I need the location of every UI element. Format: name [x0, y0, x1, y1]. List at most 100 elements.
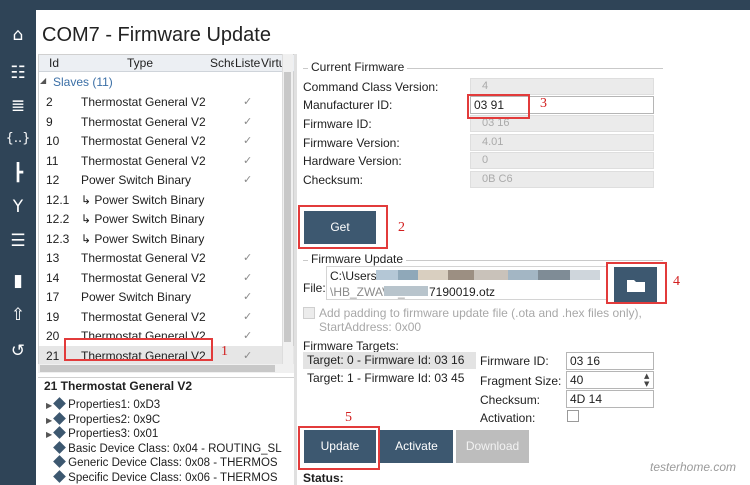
row-type: Thermostat General V2	[81, 309, 206, 324]
tag-icon	[53, 426, 67, 439]
tree-item[interactable]: ▶ Properties2: 0x9C	[46, 411, 161, 426]
col-header-schema[interactable]: Sche	[210, 56, 234, 70]
tree-item-label: Specific Device Class: 0x06 - THERMOS	[68, 471, 278, 484]
checksum-label: Checksum:	[303, 173, 364, 187]
table-row[interactable]: 10 Thermostat General V2 ✓	[39, 131, 295, 151]
row-id: 10	[46, 134, 60, 148]
panel-splitter[interactable]	[294, 54, 297, 485]
tree-item[interactable]: ▶Specific Device Class: 0x06 - THERMOS	[46, 469, 278, 484]
fork-icon[interactable]: Y	[4, 194, 32, 220]
tree-item[interactable]: ▶Basic Device Class: 0x04 - ROUTING_SL	[46, 440, 282, 455]
row-id: 12.3	[46, 231, 70, 246]
table-row[interactable]: 19 Thermostat General V2 ✓	[39, 307, 295, 327]
col-header-type[interactable]: Type	[127, 56, 153, 70]
row-id: 11	[46, 153, 59, 168]
row-type: Thermostat General V2	[81, 270, 206, 285]
row-id: 17	[46, 290, 60, 304]
node-table: Id Type Sche Liste Virtu ◢ Slaves (11) 2…	[38, 54, 295, 365]
table-row[interactable]: 17 Power Switch Binary ✓	[39, 287, 295, 307]
table-row[interactable]: 11 Thermostat General V2 ✓	[39, 151, 295, 171]
bar-chart-icon[interactable]: ▮	[4, 268, 32, 294]
expand-arrow-icon[interactable]: ▶	[46, 430, 52, 439]
activate-button[interactable]: Activate	[380, 430, 453, 463]
firmware-version-label: Firmware Version:	[303, 136, 400, 150]
row-id: 12	[46, 173, 60, 187]
table-row[interactable]: 14 Thermostat General V2 ✓	[39, 268, 295, 288]
hardware-version-field: 0	[470, 152, 654, 169]
row-type: Power Switch Binary	[81, 173, 192, 187]
col-header-id[interactable]: Id	[49, 56, 59, 70]
download-button[interactable]: Download	[456, 430, 529, 463]
row-type: Power Switch Binary	[81, 290, 192, 304]
table-row[interactable]: 12 Power Switch Binary ✓	[39, 170, 295, 190]
row-type: Thermostat General V2	[81, 153, 206, 168]
col-header-virtual[interactable]: Virtu	[261, 56, 283, 70]
row-id: 12.1	[46, 192, 70, 207]
table-horizontal-scroll-thumb[interactable]	[40, 365, 275, 372]
fragment-size-spin-icon[interactable]: ▲ ▼	[644, 372, 649, 388]
row-type: Thermostat General V2	[81, 114, 206, 129]
row-id: 20	[46, 329, 60, 343]
firmware-targets-label: Firmware Targets:	[303, 339, 399, 353]
tree-icon[interactable]: ┣	[4, 160, 32, 186]
history-icon[interactable]: ↺	[4, 338, 32, 364]
left-nav: ⌂ ☷ ≣ {..} ┣ Y ☰ ▮ ⇧ ↺	[0, 10, 36, 485]
expand-triangle-icon[interactable]: ◢	[40, 76, 46, 85]
blurred-text	[448, 270, 474, 280]
annotation-number-4: 4	[673, 274, 680, 289]
page-title: COM7 - Firmware Update	[42, 24, 271, 46]
expand-arrow-icon[interactable]: ▶	[46, 401, 52, 410]
table-row[interactable]: 12.3 ↳ Power Switch Binary	[39, 229, 295, 249]
row-id: 2	[46, 95, 53, 109]
command-class-version-label: Command Class Version:	[303, 80, 439, 94]
target-firmware-id-field[interactable]: 03 16	[566, 352, 654, 370]
row-listening-check: ✓	[243, 134, 253, 147]
activation-label: Activation:	[480, 411, 536, 425]
target-firmware-id-label: Firmware ID:	[480, 354, 549, 368]
row-id: 14	[46, 270, 60, 285]
details-title: 21 Thermostat General V2	[44, 379, 193, 393]
row-listening-check: ✓	[243, 95, 253, 108]
tag-icon	[53, 411, 67, 425]
row-listening-check: ✓	[243, 173, 253, 186]
tree-item[interactable]: ▶Generic Device Class: 0x08 - THERMOS	[46, 455, 278, 469]
blurred-text	[376, 270, 398, 280]
table-row[interactable]: 9 Thermostat General V2 ✓	[39, 112, 295, 132]
code-braces-icon[interactable]: {..}	[4, 126, 32, 152]
blurred-text	[538, 270, 570, 280]
firmware-update-legend: Firmware Update	[308, 252, 407, 266]
home-icon[interactable]: ⌂	[4, 22, 32, 48]
table-row[interactable]: 12.2 ↳ Power Switch Binary	[39, 209, 295, 229]
network-icon[interactable]: ☷	[4, 60, 32, 86]
file-path-line-2b: 7190019.otz	[429, 285, 496, 299]
tree-item[interactable]: ▶ Properties3: 0x01	[46, 426, 158, 440]
table-row[interactable]: 2 Thermostat General V2 ✓	[39, 92, 295, 112]
tree-item[interactable]: ▶ Properties1: 0xD3	[46, 397, 160, 411]
row-type: ↳ Power Switch Binary	[81, 231, 205, 246]
fragment-size-field[interactable]: 40	[566, 371, 654, 389]
expand-arrow-icon[interactable]: ▶	[46, 416, 52, 425]
hardware-version-label: Hardware Version:	[303, 154, 402, 168]
tree-item-label: Properties2: 0x9C	[68, 413, 161, 426]
annotation-number-5: 5	[345, 410, 352, 425]
list-icon[interactable]: ☰	[4, 228, 32, 254]
upload-icon[interactable]: ⇧	[4, 302, 32, 328]
row-id: 13	[46, 251, 60, 265]
target-item-0[interactable]: Target: 0 - Firmware Id: 03 16	[307, 353, 464, 367]
table-vertical-scroll-thumb[interactable]	[284, 72, 291, 342]
table-header: Id Type Sche Liste Virtu	[39, 55, 295, 72]
activation-checkbox[interactable]	[567, 410, 579, 422]
target-checksum-field[interactable]: 4D 14	[566, 390, 654, 408]
padding-checkbox[interactable]	[303, 307, 315, 319]
table-row[interactable]: 12.1 ↳ Power Switch Binary	[39, 190, 295, 210]
table-row[interactable]: 13 Thermostat General V2 ✓	[39, 248, 295, 268]
list-check-icon[interactable]: ≣	[4, 93, 32, 119]
tag-icon	[53, 440, 67, 454]
group-row-slaves[interactable]: ◢ Slaves (11)	[39, 73, 295, 93]
col-header-listening[interactable]: Liste	[235, 56, 261, 70]
checksum-field: 0B C6	[470, 171, 654, 188]
target-checksum-label: Checksum:	[480, 393, 541, 407]
row-id: 9	[46, 114, 53, 129]
manufacturer-id-label: Manufacturer ID:	[303, 98, 393, 112]
target-item-1[interactable]: Target: 1 - Firmware Id: 03 45	[307, 371, 464, 385]
